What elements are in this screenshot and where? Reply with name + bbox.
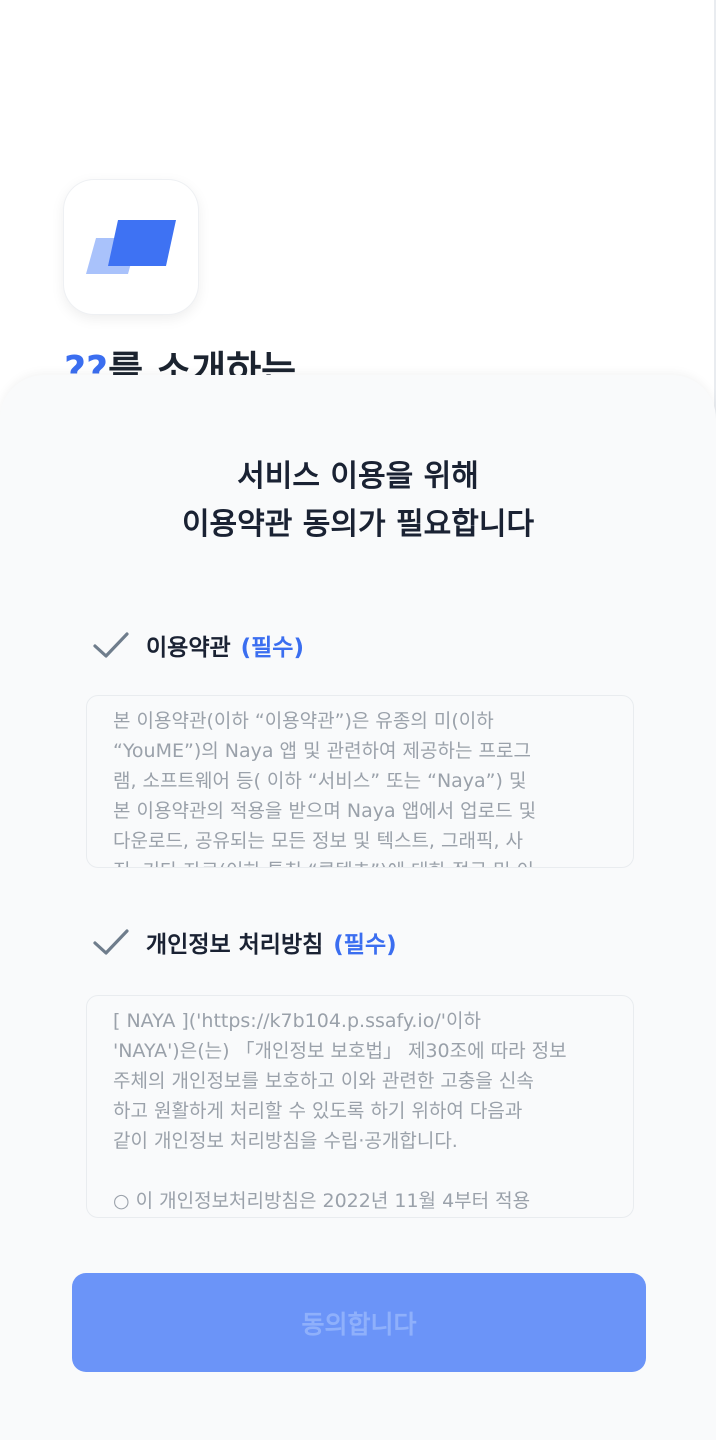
terms-bottom-sheet: 서비스 이용을 위해 이용약관 동의가 필요합니다 이용약관 (필수) 본 이용… (0, 375, 716, 1440)
privacy-label: 개인정보 처리방침 (146, 932, 324, 958)
terms-label: 이용약관 (146, 635, 231, 661)
app-logo (64, 180, 198, 314)
check-icon[interactable] (92, 927, 130, 957)
privacy-agree-row[interactable]: 개인정보 처리방침 (필수) (92, 922, 397, 962)
check-icon[interactable] (92, 630, 130, 660)
privacy-content-text: [ NAYA ]('https://k7b104.p.ssafy.io/'이하 … (113, 1010, 567, 1212)
terms-required-tag: (필수) (240, 635, 304, 661)
privacy-required-tag: (필수) (333, 932, 397, 958)
sheet-title-line-2: 이용약관 동의가 필요합니다 (181, 507, 535, 542)
terms-content-text: 본 이용약관(이하 “이용약관”)은 유종의 미(이하 “YouME”)의 Na… (113, 710, 537, 867)
app-logo-icon (86, 220, 176, 274)
agree-button[interactable]: 동의합니다 (72, 1273, 646, 1372)
sheet-title-line-1: 서비스 이용을 위해 (237, 459, 479, 494)
terms-agree-row[interactable]: 이용약관 (필수) (92, 625, 304, 665)
sheet-title: 서비스 이용을 위해 이용약관 동의가 필요합니다 (0, 453, 716, 549)
terms-content-box[interactable]: 본 이용약관(이하 “이용약관”)은 유종의 미(이하 “YouME”)의 Na… (86, 695, 634, 868)
privacy-content-box[interactable]: [ NAYA ]('https://k7b104.p.ssafy.io/'이하 … (86, 995, 634, 1218)
